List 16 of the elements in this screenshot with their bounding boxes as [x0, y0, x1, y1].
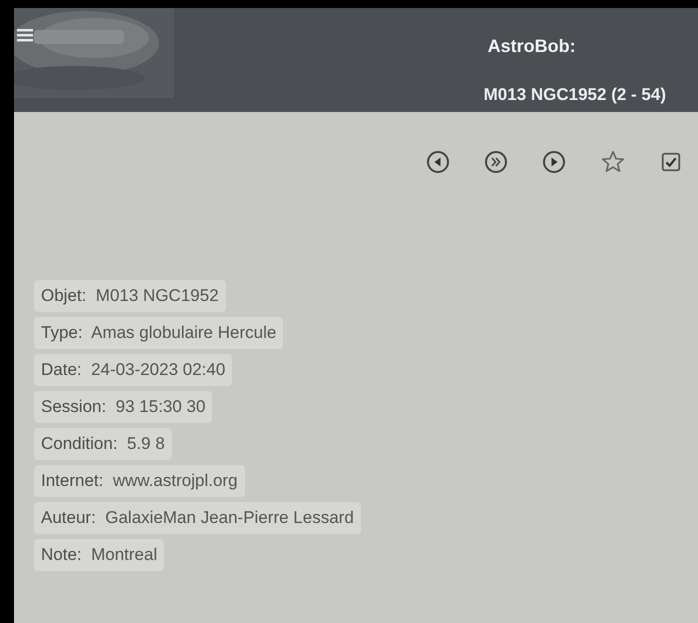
info-field: Condition: 5.9 8 [34, 428, 172, 460]
info-field: Auteur: GalaxieMan Jean-Pierre Lessard [34, 502, 361, 534]
next-icon[interactable] [542, 150, 566, 174]
app-title: AstroBob: [488, 36, 576, 57]
info-field: Date: 24-03-2023 02:40 [34, 354, 232, 386]
menu-icon[interactable] [17, 28, 33, 42]
info-field: Internet: www.astrojpl.org [34, 465, 245, 497]
object-subtitle: M013 NGC1952 (2 - 54) [484, 85, 666, 105]
previous-icon[interactable] [426, 150, 450, 174]
info-field: Note: Montreal [34, 539, 164, 571]
star-icon[interactable] [600, 149, 626, 175]
fast-forward-icon[interactable] [484, 150, 508, 174]
info-field: Objet: M013 NGC1952 [34, 280, 226, 312]
info-field: Session: 93 15:30 30 [34, 391, 212, 423]
info-field: Type: Amas globulaire Hercule [34, 317, 284, 349]
checkbox[interactable] [660, 151, 682, 173]
